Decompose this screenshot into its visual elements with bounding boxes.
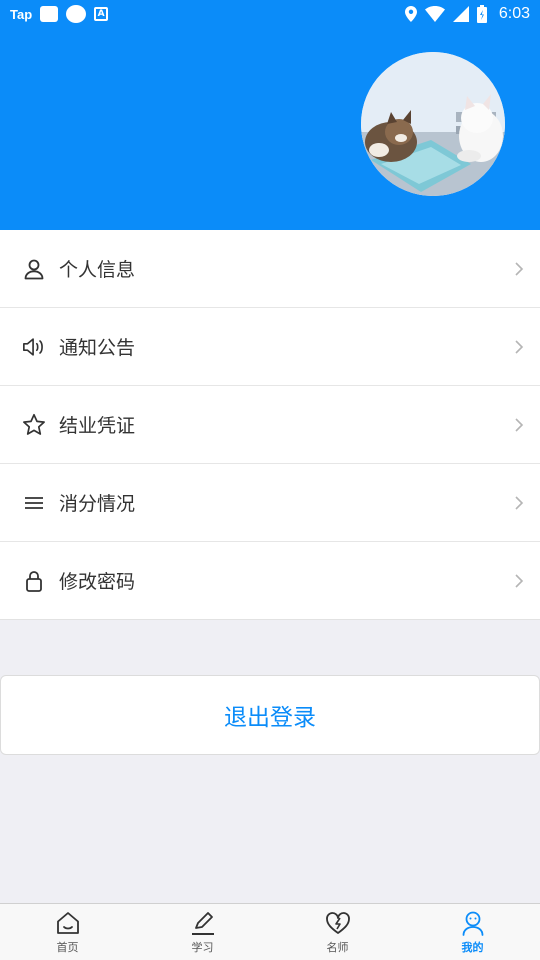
a-app-icon: A [94, 7, 109, 21]
cell-signal-icon [452, 6, 469, 22]
menu-item-notices[interactable]: 通知公告 [0, 308, 540, 386]
pencil-icon [191, 912, 214, 935]
tap-app-label: Tap [10, 6, 33, 22]
chevron-right-icon [515, 574, 524, 588]
tab-home[interactable]: 首页 [0, 904, 135, 960]
star-icon [22, 413, 46, 437]
menu-item-change-password[interactable]: 修改密码 [0, 542, 540, 620]
tab-study[interactable]: 学习 [135, 904, 270, 960]
user-icon [462, 911, 483, 936]
heart-icon [325, 912, 350, 934]
avatar[interactable] [361, 52, 505, 196]
bottom-tab-bar: 首页 学习 名师 我的 [0, 903, 540, 960]
status-bar-right: 6:03 [404, 5, 530, 23]
chevron-right-icon [515, 262, 524, 276]
menu-item-label: 个人信息 [59, 259, 136, 281]
chevron-right-icon [515, 496, 524, 510]
app-square-icon [40, 6, 59, 22]
status-bar-left: Tap A [10, 5, 109, 23]
tab-teachers[interactable]: 名师 [270, 904, 405, 960]
tab-mine[interactable]: 我的 [405, 904, 540, 960]
clock: 6:03 [498, 5, 530, 22]
logout-label: 退出登录 [224, 705, 316, 731]
battery-icon [476, 5, 487, 23]
profile-menu: 个人信息 通知公告 结业凭证 消分情况 修改密码 [0, 230, 540, 620]
chevron-right-icon [515, 418, 524, 432]
person-icon [22, 257, 46, 281]
speaker-icon [22, 335, 46, 359]
chevron-right-icon [515, 340, 524, 354]
location-icon [404, 6, 417, 22]
menu-item-certificate[interactable]: 结业凭证 [0, 386, 540, 464]
tab-label: 学习 [191, 941, 214, 954]
tab-label: 首页 [56, 941, 79, 954]
menu-item-label: 通知公告 [59, 337, 136, 359]
menu-item-label: 消分情况 [59, 493, 136, 515]
wifi-icon [424, 6, 445, 22]
home-icon [56, 912, 79, 934]
tab-label: 我的 [461, 941, 484, 954]
menu-item-score-status[interactable]: 消分情况 [0, 464, 540, 542]
status-bar: Tap A 6:03 [0, 0, 540, 28]
logout-button[interactable]: 退出登录 [0, 675, 540, 755]
infinity-app-icon [66, 5, 87, 23]
menu-item-label: 修改密码 [59, 571, 136, 593]
list-icon [22, 491, 46, 515]
lock-icon [22, 569, 46, 593]
cats-avatar-image [361, 52, 505, 196]
menu-item-label: 结业凭证 [59, 415, 136, 437]
tab-label: 名师 [326, 941, 349, 954]
menu-item-personal-info[interactable]: 个人信息 [0, 230, 540, 308]
profile-header [0, 28, 540, 230]
